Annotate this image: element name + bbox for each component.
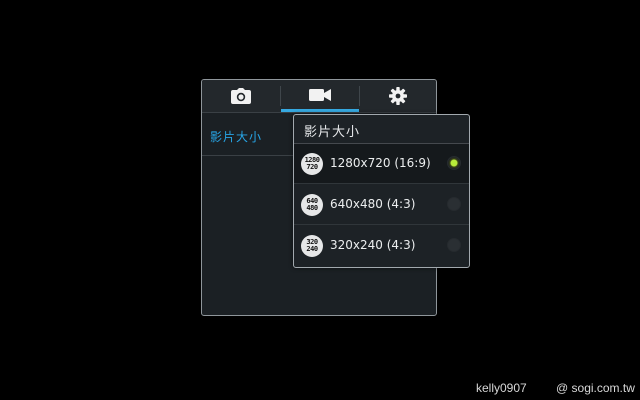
tab-video[interactable] [281,80,359,112]
option-label: 640x480 (4:3) [330,197,416,211]
watermark-user: kelly0907 [476,381,527,395]
camera-icon [231,88,251,104]
popup-title: 影片大小 [304,125,361,140]
resolution-icon-bottom: 480 [306,204,318,212]
gear-icon [389,87,407,105]
resolution-icon-bottom: 720 [306,163,318,171]
sidebar-item-video-size[interactable]: 影片大小 [210,128,262,145]
resolution-640-icon: 640 480 [301,194,323,216]
option-320x240[interactable]: 320 240 320x240 (4:3) [294,226,469,266]
settings-tab-bar [202,80,436,113]
option-divider [294,183,469,184]
radio-unselected[interactable] [447,197,461,211]
option-label: 1280x720 (16:9) [330,156,431,170]
watermark-site: @ sogi.com.tw [556,381,635,395]
resolution-320-icon: 320 240 [301,235,323,257]
option-divider [294,224,469,225]
resolution-1280-icon: 1280 720 [301,153,323,175]
tab-settings[interactable] [359,80,436,112]
tab-camera[interactable] [202,80,280,112]
sidebar-divider [202,155,302,156]
option-640x480[interactable]: 640 480 640x480 (4:3) [294,185,469,225]
option-label: 320x240 (4:3) [330,238,416,252]
resolution-icon-bottom: 240 [306,245,318,253]
video-size-popup: 影片大小 1280 720 1280x720 (16:9) 640 480 64… [293,114,470,268]
radio-selected[interactable] [447,156,461,170]
radio-unselected[interactable] [447,238,461,252]
option-1280x720[interactable]: 1280 720 1280x720 (16:9) [294,144,469,184]
video-camera-icon [309,88,331,101]
